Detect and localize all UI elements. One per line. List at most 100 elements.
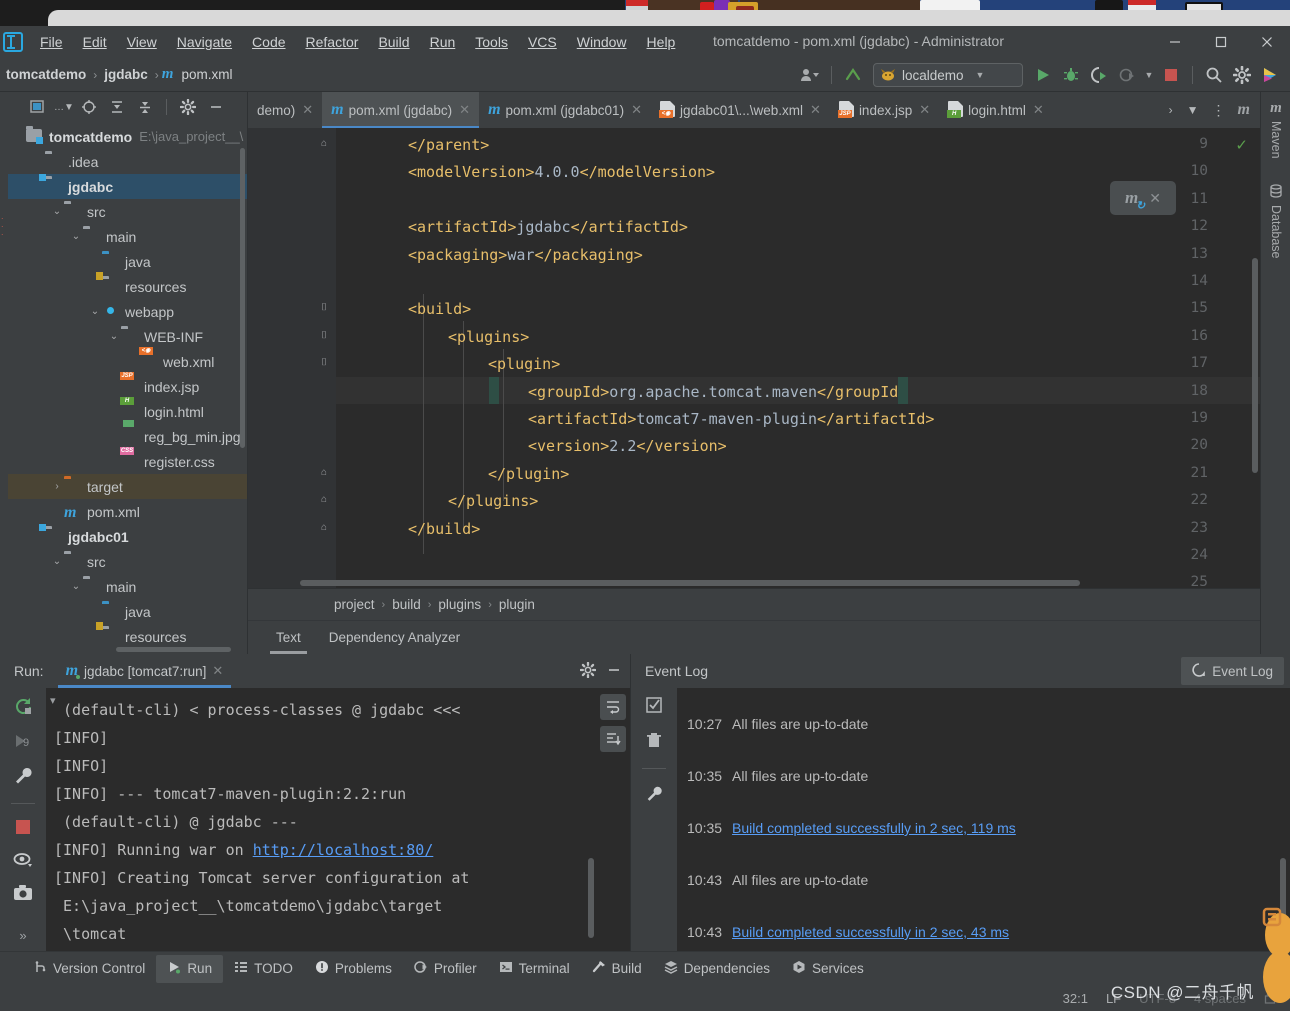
run-console-output[interactable]: (default-cli) < process-classes @ jgdabc… (46, 688, 630, 951)
code-fold-marker-icon[interactable]: ⌷ (318, 302, 330, 313)
tool-window-button-profiler[interactable]: Profiler (403, 955, 488, 983)
tree-expand-arrow-icon[interactable]: ⌄ (69, 581, 83, 592)
chevron-right-icon[interactable]: › (1162, 103, 1180, 117)
run-with-coverage-icon[interactable] (1085, 61, 1113, 89)
tree-node-target[interactable]: ›target (8, 474, 247, 499)
event-log-entry[interactable]: 10:43Build completed successfully in 2 s… (687, 924, 1009, 940)
event-log-entry[interactable]: 10:27All files are up-to-date (687, 716, 868, 732)
menu-help[interactable]: Help (637, 30, 686, 54)
run-tab[interactable]: m jgdabc [tomcat7:run] ✕ (58, 654, 232, 688)
skip-tests-icon[interactable]: 9 (13, 731, 33, 754)
menu-view[interactable]: View (117, 30, 167, 54)
expand-all-icon[interactable] (104, 95, 130, 119)
code-fold-marker-icon[interactable]: ⌂ (318, 494, 330, 505)
event-log-entry[interactable]: 10:35Build completed successfully in 2 s… (687, 820, 1016, 836)
tree-node-web-inf[interactable]: ⌄WEB-INF (8, 324, 247, 349)
tool-window-database[interactable]: Database (1261, 184, 1290, 259)
tool-window-button-version-control[interactable]: Version Control (22, 955, 156, 983)
wrench-icon[interactable] (13, 766, 33, 789)
mark-read-icon[interactable] (645, 696, 663, 717)
ide-assistant-icon[interactable] (1256, 61, 1284, 89)
event-message-link[interactable]: Build completed successfully in 2 sec, 1… (732, 820, 1016, 836)
tree-node-resources[interactable]: resources (8, 274, 247, 299)
stop-icon[interactable] (14, 818, 32, 839)
wrench-icon[interactable] (645, 785, 663, 806)
project-tree-hscrollbar[interactable] (116, 647, 231, 652)
tool-window-button-services[interactable]: Services (781, 955, 875, 983)
run-console[interactable]: 9 (0, 688, 630, 951)
menu-window[interactable]: Window (567, 30, 637, 54)
tree-node-main[interactable]: ⌄main (8, 224, 247, 249)
caret-position[interactable]: 32:1 (1063, 991, 1088, 1006)
tree-node-jgdabc[interactable]: jgdabc (8, 174, 247, 199)
close-icon[interactable]: ✕ (631, 102, 642, 118)
user-dropdown-icon[interactable] (796, 61, 824, 89)
editor-vertical-scrollbar[interactable] (1252, 258, 1258, 473)
code-fold-marker-icon[interactable]: ⌂ (318, 522, 330, 533)
expand-more-icon[interactable]: » (19, 928, 26, 943)
editor-horizontal-scrollbar[interactable] (300, 580, 1080, 586)
project-tree[interactable]: tomcatdemoE:\java_project__\.ideajgdabc⌄… (8, 122, 247, 654)
breadcrumb-item-build[interactable]: build (392, 597, 421, 612)
menu-build[interactable]: Build (368, 30, 419, 54)
camera-icon[interactable] (13, 884, 33, 904)
close-icon[interactable]: ✕ (1033, 102, 1044, 118)
close-icon[interactable]: ✕ (1149, 190, 1161, 207)
editor-tab-index-jsp[interactable]: JSPindex.jsp✕ (830, 92, 939, 128)
navbar-crumb-project[interactable]: tomcatdemo (2, 65, 90, 84)
editor-tab-jgdabc01-web-xml[interactable]: <◉jgdabc01\...\web.xml✕ (651, 92, 830, 128)
menu-code[interactable]: Code (242, 30, 295, 54)
breadcrumb-item-plugins[interactable]: plugins (438, 597, 481, 612)
tree-node-java[interactable]: java (8, 249, 247, 274)
editor-tab-bar[interactable]: demo)✕mpom.xml (jgdabc)✕mpom.xml (jgdabc… (248, 92, 1260, 128)
tree-node-java[interactable]: java (8, 599, 247, 624)
tree-node-main[interactable]: ⌄main (8, 574, 247, 599)
tree-expand-arrow-icon[interactable]: ⌄ (107, 331, 121, 342)
navbar-crumb-file[interactable]: pom.xml (177, 65, 236, 84)
editor-view-tabs[interactable]: TextDependency Analyzer (248, 620, 1260, 654)
scroll-to-end-icon[interactable] (600, 726, 626, 752)
event-log-entry[interactable]: 10:43All files are up-to-date (687, 872, 868, 888)
tree-expand-arrow-icon[interactable]: ⌄ (50, 206, 64, 217)
menu-vcs[interactable]: VCS (518, 30, 567, 54)
editor-breadcrumb[interactable]: project›build›plugins›plugin (248, 588, 1260, 620)
tree-expand-arrow-icon[interactable]: › (50, 481, 64, 492)
menu-navigate[interactable]: Navigate (167, 30, 242, 54)
inspection-status-icon[interactable]: ✓ (1235, 136, 1248, 154)
debug-icon[interactable] (1057, 61, 1085, 89)
tree-node--idea[interactable]: .idea (8, 149, 247, 174)
maven-reload-popup[interactable]: m↻ ✕ (1110, 181, 1176, 215)
editor-tab-demo-[interactable]: demo)✕ (248, 92, 322, 128)
close-icon[interactable]: ✕ (459, 102, 470, 118)
run-configuration-selector[interactable]: localdemo ▼ (873, 63, 1023, 87)
settings-icon[interactable] (175, 95, 201, 119)
hide-icon[interactable] (203, 95, 229, 119)
tool-window-button-build[interactable]: Build (581, 955, 653, 983)
settings-icon[interactable] (580, 662, 596, 681)
delete-icon[interactable] (645, 731, 663, 752)
tool-window-button-run[interactable]: Run (156, 955, 223, 983)
maximize-button[interactable] (1198, 26, 1244, 58)
eye-icon[interactable] (13, 851, 33, 872)
hide-icon[interactable] (606, 662, 622, 681)
close-icon[interactable]: ✕ (212, 663, 223, 679)
tree-node-index-jsp[interactable]: JSPindex.jsp (8, 374, 247, 399)
tree-node-src[interactable]: ⌄src (8, 199, 247, 224)
editor-tab-pom-xml-jgdabc-[interactable]: mpom.xml (jgdabc)✕ (322, 92, 479, 128)
tree-node-src[interactable]: ⌄src (8, 549, 247, 574)
tree-node-webapp[interactable]: ⌄webapp (8, 299, 247, 324)
event-log-body[interactable]: 10:27All files are up-to-date 10:35All fi… (631, 688, 1290, 951)
code-fold-marker-icon[interactable]: ⌂ (318, 138, 330, 149)
profiler-icon[interactable] (1113, 61, 1141, 89)
tree-node-pom-xml[interactable]: mpom.xml (8, 499, 247, 524)
close-icon[interactable]: ✕ (302, 102, 313, 118)
tool-window-maven[interactable]: m Maven (1261, 100, 1290, 159)
menu-refactor[interactable]: Refactor (296, 30, 369, 54)
event-log-entry[interactable]: 10:35All files are up-to-date (687, 768, 868, 784)
project-view-selector[interactable] (26, 95, 52, 119)
code-fold-marker-icon[interactable]: ⌷ (318, 357, 330, 368)
tool-window-button-event-log[interactable]: Event Log (1181, 657, 1284, 685)
tree-node-tomcatdemo[interactable]: tomcatdemoE:\java_project__\ (8, 124, 247, 149)
tree-expand-arrow-icon[interactable]: ⌄ (88, 306, 102, 317)
menu-edit[interactable]: Edit (73, 30, 117, 54)
